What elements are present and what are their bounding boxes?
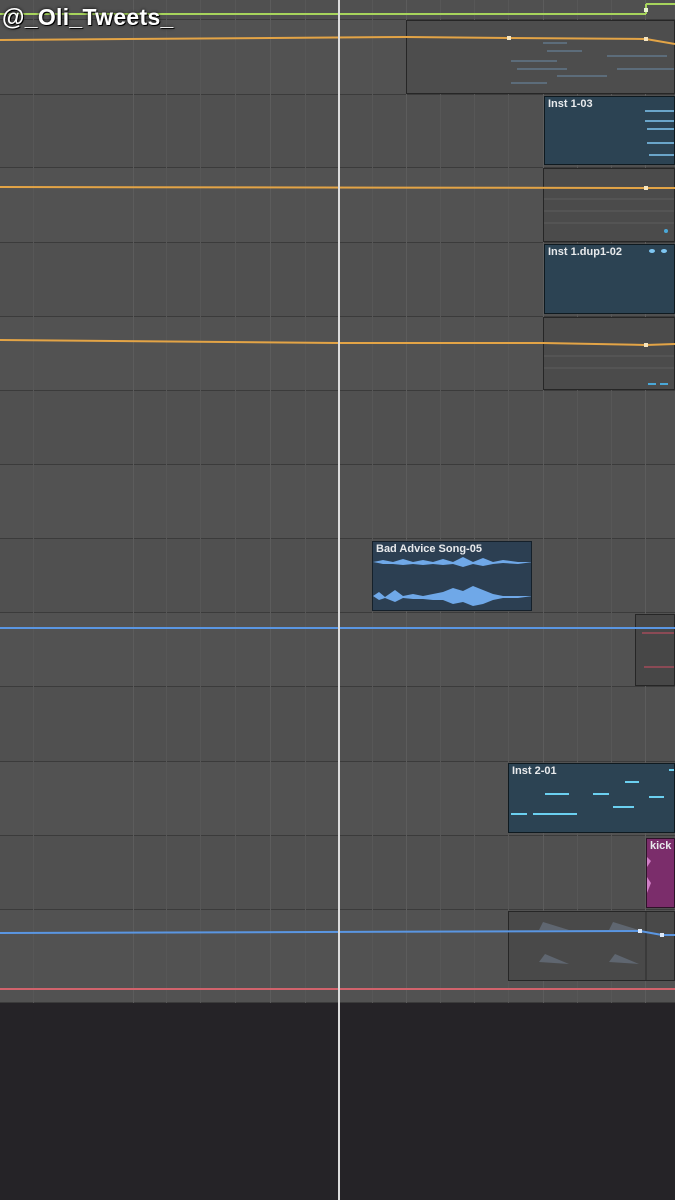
arrange-area[interactable]: Inst 1-03 Inst 1.dup1-02 Bad Advice Song… bbox=[0, 0, 675, 1200]
playhead[interactable] bbox=[338, 0, 340, 1200]
watermark-text: @_Oli_Tweets_ bbox=[2, 4, 174, 30]
